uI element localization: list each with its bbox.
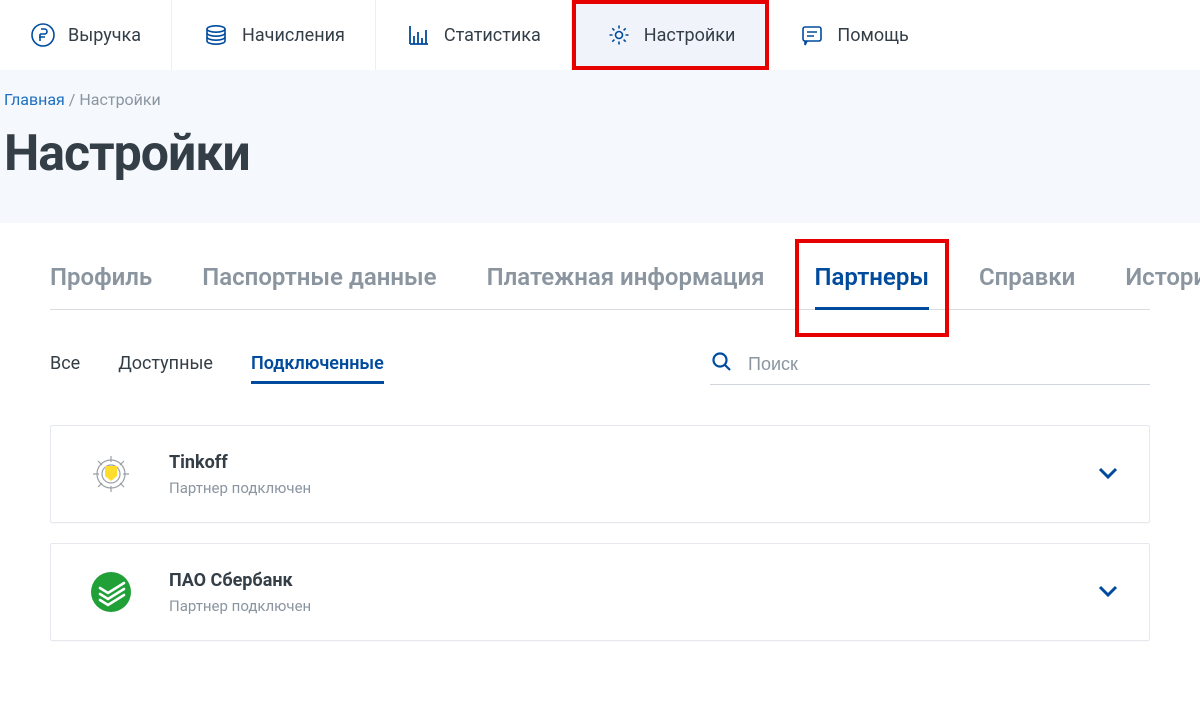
top-nav: Выручка Начисления Статистика (0, 0, 1200, 70)
search-wrap (710, 350, 1150, 385)
nav-stats-label: Статистика (444, 25, 541, 46)
partner-card[interactable]: Tinkoff Партнер подключен (50, 425, 1150, 523)
nav-stats[interactable]: Статистика (376, 0, 572, 70)
header-area: Главная / Настройки Настройки (0, 70, 1200, 223)
card-info: Tinkoff Партнер подключен (169, 452, 1097, 497)
bar-chart-icon (406, 22, 432, 48)
partner-name: Tinkoff (169, 452, 1097, 473)
settings-tabs: Профиль Паспортные данные Платежная инфо… (50, 253, 1150, 310)
breadcrumb: Главная / Настройки (4, 90, 1196, 109)
nav-help-label: Помощь (837, 25, 908, 46)
page-title: Настройки (4, 125, 1196, 183)
partner-card[interactable]: ПАО Сбербанк Партнер подключен (50, 543, 1150, 641)
nav-accruals[interactable]: Начисления (172, 0, 376, 70)
partner-status: Партнер подключен (169, 597, 1097, 615)
tab-history[interactable]: История (1125, 253, 1200, 309)
chevron-down-icon (1097, 583, 1119, 602)
filter-row: Все Доступные Подключенные (0, 310, 1200, 395)
partner-name: ПАО Сбербанк (169, 570, 1097, 591)
card-info: ПАО Сбербанк Партнер подключен (169, 570, 1097, 615)
partner-status: Партнер подключен (169, 479, 1097, 497)
nav-settings[interactable]: Настройки (572, 0, 770, 70)
chat-icon (799, 22, 825, 48)
partner-list: Tinkoff Партнер подключен ПАО Сбербанк П… (0, 395, 1200, 671)
filter-available[interactable]: Доступные (118, 353, 213, 382)
tab-docs[interactable]: Справки (979, 253, 1075, 309)
nav-accruals-label: Начисления (242, 25, 345, 46)
tabs-wrap: Профиль Паспортные данные Платежная инфо… (0, 223, 1200, 310)
gear-icon (606, 22, 632, 48)
search-input[interactable] (748, 354, 1150, 375)
tab-passport[interactable]: Паспортные данные (202, 253, 436, 309)
nav-settings-label: Настройки (644, 25, 736, 46)
breadcrumb-sep: / (69, 90, 80, 109)
breadcrumb-home[interactable]: Главная (4, 90, 65, 109)
tab-payment[interactable]: Платежная информация (487, 253, 765, 309)
ruble-icon (30, 22, 56, 48)
nav-revenue-label: Выручка (68, 25, 141, 46)
tinkoff-logo-icon (81, 444, 141, 504)
tab-profile[interactable]: Профиль (50, 253, 152, 309)
chevron-down-icon (1097, 465, 1119, 484)
sberbank-logo-icon (81, 562, 141, 622)
filter-connected[interactable]: Подключенные (251, 353, 384, 382)
breadcrumb-current: Настройки (79, 90, 160, 109)
coins-icon (202, 22, 230, 48)
search-icon (710, 350, 734, 378)
filter-all[interactable]: Все (50, 353, 80, 382)
nav-revenue[interactable]: Выручка (0, 0, 172, 70)
nav-help[interactable]: Помощь (769, 0, 938, 70)
tab-partners[interactable]: Партнеры (815, 253, 929, 309)
